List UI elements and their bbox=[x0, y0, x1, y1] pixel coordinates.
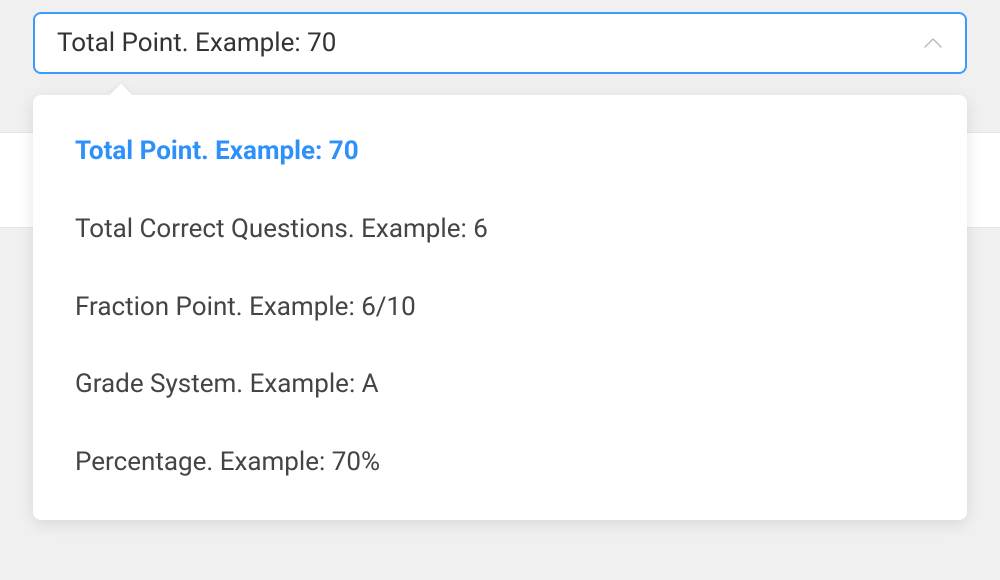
option-label: Total Correct Questions. Example: 6 bbox=[75, 214, 488, 244]
option-label: Grade System. Example: A bbox=[75, 369, 379, 399]
dropdown-option-total-correct[interactable]: Total Correct Questions. Example: 6 bbox=[33, 191, 967, 269]
score-type-select: Total Point. Example: 70 Total Point. Ex… bbox=[33, 12, 967, 74]
select-input[interactable]: Total Point. Example: 70 bbox=[33, 12, 967, 74]
select-value: Total Point. Example: 70 bbox=[57, 28, 336, 58]
option-label: Percentage. Example: 70% bbox=[75, 447, 380, 477]
option-label: Total Point. Example: 70 bbox=[75, 136, 359, 166]
chevron-up-icon bbox=[923, 33, 943, 53]
dropdown-option-percentage[interactable]: Percentage. Example: 70% bbox=[33, 424, 967, 502]
dropdown-option-total-point[interactable]: Total Point. Example: 70 bbox=[33, 113, 967, 191]
dropdown-option-grade-system[interactable]: Grade System. Example: A bbox=[33, 346, 967, 424]
dropdown-panel: Total Point. Example: 70 Total Correct Q… bbox=[33, 95, 967, 520]
dropdown-option-fraction-point[interactable]: Fraction Point. Example: 6/10 bbox=[33, 269, 967, 347]
option-label: Fraction Point. Example: 6/10 bbox=[75, 292, 416, 322]
